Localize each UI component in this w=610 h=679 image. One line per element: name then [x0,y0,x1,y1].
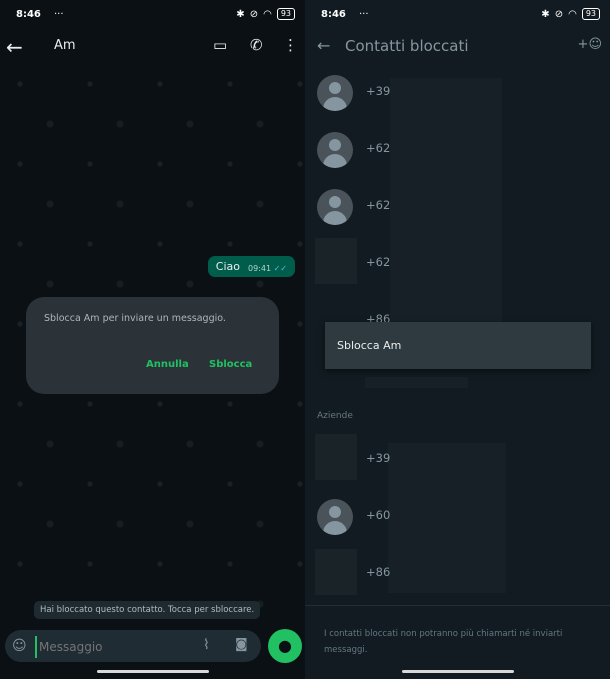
avatar [317,189,353,225]
blocked-contact-row[interactable]: +39 [305,72,610,128]
message-input[interactable] [35,636,191,658]
unblock-button[interactable]: Sblocca [209,359,252,370]
footer-note: I contatti bloccati non potranno più chi… [324,629,563,655]
contact-number: +62 [366,141,391,155]
double-check-icon: ✓✓ [273,264,287,273]
business-contact-row[interactable]: +86 [305,549,610,609]
status-time: 8:46 [321,9,346,20]
camera-icon[interactable]: ◙ [235,637,248,652]
blocked-contact-row[interactable]: +62 [305,129,610,185]
status-icons: ✱ ⊘ ◠ 93 [236,8,295,20]
chat-header: ← Am ▭ ✆ ⋮ [0,30,305,64]
status-dots: ··· [54,9,64,20]
microphone-button[interactable]: ● [268,629,302,663]
battery-icon: 93 [581,8,600,20]
gesture-bar [96,670,209,673]
redacted-area [365,377,468,388]
status-dots: ··· [359,9,369,20]
message-text: Ciao [215,260,240,273]
message-bubble[interactable]: Ciao 09:41 ✓✓ [207,256,295,277]
business-contact-row[interactable]: +39 [305,434,610,495]
blocked-header: ← Contatti bloccati +☺ [305,30,610,64]
emoji-icon[interactable]: ☺ [12,638,27,654]
status-bar: 8:46 ··· ✱ ⊘ ◠ 93 [305,0,610,30]
avatar [317,75,353,111]
blocked-contact-row[interactable]: +62 [305,238,610,299]
attach-icon[interactable]: ⌇ [203,637,210,653]
back-arrow-icon[interactable]: ← [317,36,330,55]
microphone-icon: ● [278,636,292,655]
blocked-contact-row[interactable]: +62 [305,186,610,242]
avatar [317,499,353,535]
battery-icon: 93 [276,8,295,20]
page-title: Contatti bloccati [345,37,469,55]
cancel-button[interactable]: Annulla [146,359,189,370]
mute-icon: ⊘ [554,8,564,20]
blocked-notice[interactable]: Hai bloccato questo contatto. Tocca per … [34,601,261,619]
avatar [315,549,357,595]
add-contact-icon[interactable]: +☺ [578,37,602,52]
more-options-icon[interactable]: ⋮ [283,36,298,54]
status-icons: ✱ ⊘ ◠ 93 [541,8,600,20]
contact-number: +62 [366,198,391,212]
wifi-icon: ◠ [263,8,272,20]
context-menu: Sblocca Am [325,322,591,369]
wifi-icon: ◠ [568,8,577,20]
video-call-icon[interactable]: ▭ [213,36,227,54]
mute-icon: ⊘ [249,8,259,20]
chat-screen: 8:46 ··· ✱ ⊘ ◠ 93 ← Am ▭ ✆ ⋮ Ciao 09:41 … [0,0,305,679]
gesture-bar [401,670,514,673]
avatar [315,238,357,284]
back-arrow-icon[interactable]: ← [6,35,23,59]
message-time: 09:41 [247,264,272,273]
message-composer: ☺ ⌇ ◙ [5,630,261,662]
contact-number: +39 [366,451,391,465]
blocked-contacts-screen: 8:46 ··· ✱ ⊘ ◠ 93 ← Contatti bloccati +☺… [305,0,610,679]
context-menu-unblock[interactable]: Sblocca Am [337,339,401,352]
contact-number: +39 [366,84,391,98]
unblock-dialog: Sblocca Am per inviare un messaggio. Ann… [26,297,279,394]
contact-number: +62 [366,255,391,269]
contact-number: +60 [366,508,391,522]
message-meta: 09:41 ✓✓ [248,264,287,273]
section-label: Aziende [317,411,353,421]
bluetooth-icon: ✱ [236,8,245,20]
dialog-text: Sblocca Am per inviare un messaggio. [44,313,226,324]
status-time: 8:46 [16,9,41,20]
avatar [317,132,353,168]
avatar [315,434,357,480]
contact-number: +86 [366,565,391,579]
divider [305,605,610,606]
business-contact-row[interactable]: +60 [305,496,610,552]
chat-contact-name[interactable]: Am [54,38,76,53]
phone-icon[interactable]: ✆ [250,36,263,54]
status-bar: 8:46 ··· ✱ ⊘ ◠ 93 [0,0,305,30]
bluetooth-icon: ✱ [541,8,550,20]
